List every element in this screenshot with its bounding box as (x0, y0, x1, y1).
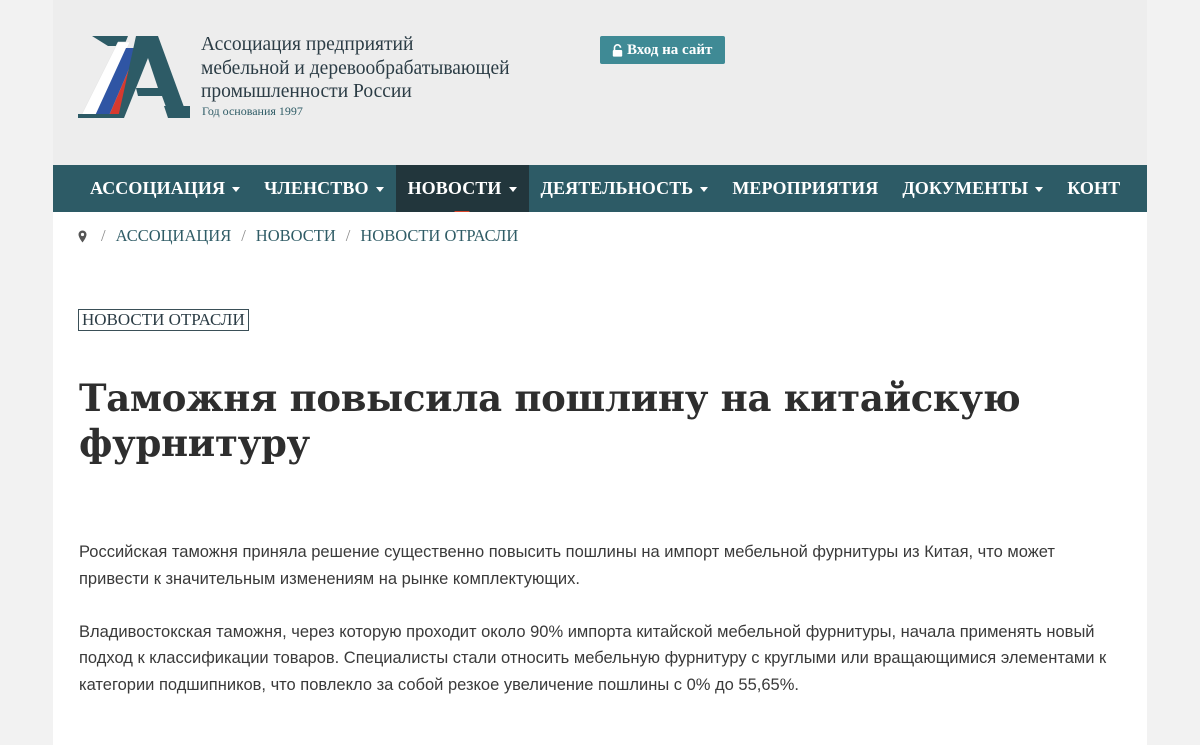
breadcrumb-link-association[interactable]: АССОЦИАЦИЯ (116, 226, 232, 246)
main-nav: АССОЦИАЦИЯ ЧЛЕНСТВО НОВОСТИ ДЕЯТЕЛЬНОСТЬ… (53, 165, 1147, 212)
nav-item-membership[interactable]: ЧЛЕНСТВО (252, 165, 395, 212)
founded-year: Год основания 1997 (202, 104, 303, 118)
nav-item-contacts[interactable]: КОНТ (1055, 165, 1132, 212)
caret-down-icon (232, 187, 241, 192)
nav-item-events[interactable]: МЕРОПРИЯТИЯ (720, 165, 890, 212)
org-name: Ассоциация предприятий мебельной и дерев… (201, 33, 510, 104)
lock-icon (612, 43, 623, 57)
nav-item-activity[interactable]: ДЕЯТЕЛЬНОСТЬ (529, 165, 721, 212)
nav-item-label: ДЕЯТЕЛЬНОСТЬ (540, 178, 694, 198)
nav-item-association[interactable]: АССОЦИАЦИЯ (78, 165, 252, 212)
breadcrumb-link-news[interactable]: НОВОСТИ (256, 226, 336, 246)
org-name-line: мебельной и деревообрабатывающей (201, 57, 510, 79)
nav-item-news[interactable]: НОВОСТИ (395, 165, 529, 212)
caret-down-icon (700, 187, 709, 192)
breadcrumb-separator: / (101, 226, 106, 245)
article-paragraph: Российская таможня приняла решение сущес… (79, 543, 1055, 588)
caret-down-icon (508, 187, 517, 192)
org-name-line: промышленности России (201, 81, 412, 102)
nav-item-documents[interactable]: ДОКУМЕНТЫ (890, 165, 1055, 212)
org-name-line: Ассоциация предприятий (201, 34, 414, 55)
breadcrumb-separator: / (345, 226, 351, 245)
login-button[interactable]: Вход на сайт (600, 36, 726, 64)
login-label: Вход на сайт (627, 41, 713, 58)
article-paragraph: Владивостокская таможня, через которую п… (79, 622, 1107, 694)
caret-down-icon (375, 187, 384, 192)
breadcrumb: / АССОЦИАЦИЯ / НОВОСТИ / НОВОСТИ ОТРАСЛИ (78, 226, 518, 246)
caret-down-icon (1035, 187, 1044, 192)
breadcrumb-separator: / (241, 226, 246, 245)
article-body: Российская таможня приняла решение сущес… (79, 539, 1109, 725)
nav-item-label: ЧЛЕНСТВО (264, 178, 369, 198)
nav-item-label: КОНТ (1067, 178, 1121, 198)
breadcrumb-link-industry-news[interactable]: НОВОСТИ ОТРАСЛИ (360, 226, 518, 246)
category-tag[interactable]: НОВОСТИ ОТРАСЛИ (78, 309, 249, 331)
nav-item-label: МЕРОПРИЯТИЯ (732, 178, 879, 198)
site-header: Ассоциация предприятий мебельной и дерев… (53, 0, 1147, 165)
nav-item-label: НОВОСТИ (407, 178, 502, 198)
map-marker-icon[interactable] (78, 230, 87, 243)
page: Ассоциация предприятий мебельной и дерев… (53, 0, 1147, 745)
nav-item-label: ДОКУМЕНТЫ (902, 178, 1029, 198)
association-logo[interactable] (78, 36, 190, 120)
article-title: Таможня повысила пошлину на китайскую фу… (79, 376, 1021, 465)
nav-item-label: АССОЦИАЦИЯ (90, 178, 226, 198)
